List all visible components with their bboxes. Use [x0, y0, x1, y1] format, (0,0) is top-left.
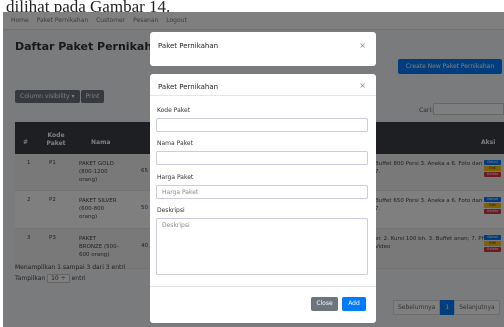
close-icon[interactable]: × — [359, 81, 366, 90]
close-button[interactable]: Close — [311, 297, 338, 311]
nama-paket-label: Nama Paket — [157, 140, 193, 147]
deskripsi-label: Deskripsi — [157, 207, 185, 214]
modal-title: Paket Pernikahan — [158, 83, 219, 91]
nama-paket-input[interactable] — [156, 151, 368, 165]
add-paket-modal: Paket Pernikahan × Kode Paket Nama Paket… — [150, 74, 376, 323]
close-icon[interactable]: × — [359, 41, 366, 50]
modal-footer-divider — [150, 286, 376, 287]
harga-paket-input[interactable]: Harga Paket — [156, 185, 368, 199]
harga-paket-label: Harga Paket — [157, 174, 194, 181]
background-modal-title: Paket Pernikahan — [158, 42, 219, 50]
background-modal: Paket Pernikahan × — [150, 32, 376, 66]
kode-paket-input[interactable] — [156, 118, 368, 132]
add-button[interactable]: Add — [342, 297, 366, 311]
modal-header: Paket Pernikahan × — [150, 74, 376, 96]
deskripsi-textarea[interactable]: Deskripsi — [156, 218, 368, 275]
app-screenshot: Home Paket Pernikahan Customer Pesanan L… — [3, 12, 504, 327]
kode-paket-label: Kode Paket — [157, 107, 191, 114]
